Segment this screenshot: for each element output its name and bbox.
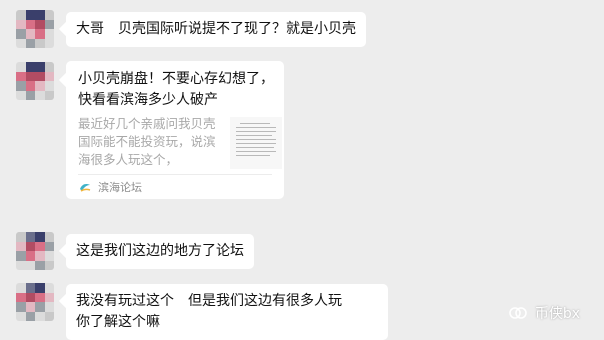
- avatar-pixel: [44, 260, 54, 270]
- watermark-text: 币侠bx: [534, 306, 580, 322]
- avatar-pixel: [44, 232, 54, 242]
- avatar-pixel: [25, 71, 35, 81]
- avatar-pixel: [16, 251, 26, 261]
- avatar-pixel: [44, 311, 54, 321]
- thumbnail-line: [236, 139, 276, 140]
- avatar-pixel: [44, 19, 54, 29]
- thumbnail-line: [236, 127, 276, 128]
- avatar-pixel: [16, 90, 26, 100]
- thumbnail-line: [240, 123, 270, 124]
- chat-message[interactable]: 我没有玩过这个 但是我们这边有很多人玩 你了解这个嘛: [66, 284, 388, 340]
- avatar-pixel: [44, 292, 54, 302]
- avatar[interactable]: [16, 283, 54, 321]
- avatar-pixel: [25, 241, 35, 251]
- avatar-pixel: [16, 81, 26, 91]
- thumbnail-line: [236, 131, 276, 132]
- avatar-pixel: [16, 29, 26, 39]
- avatar-pixel: [35, 283, 45, 293]
- avatar-pixel: [25, 292, 35, 302]
- avatar-pixel: [25, 232, 35, 242]
- link-card-thumbnail: [230, 117, 282, 169]
- avatar-pixel: [44, 241, 54, 251]
- avatar-pixel: [25, 260, 35, 270]
- binhai-forum-logo-icon: [80, 184, 91, 192]
- avatar-pixel: [25, 311, 35, 321]
- link-card-source: 滨海论坛: [78, 179, 142, 195]
- watermark: 币侠bx: [507, 302, 580, 324]
- avatar-pixel: [25, 283, 35, 293]
- avatar-pixel: [35, 71, 45, 81]
- message-text: 大哥 贝壳国际听说提不了现了？就是小贝壳: [76, 21, 356, 37]
- avatar-pixel: [16, 241, 26, 251]
- avatar-pixel: [35, 241, 45, 251]
- avatar-pixel: [25, 90, 35, 100]
- avatar[interactable]: [16, 62, 54, 100]
- avatar-pixel: [44, 283, 54, 293]
- avatar-pixel: [25, 19, 35, 29]
- avatar-pixel: [25, 302, 35, 312]
- avatar-pixel: [35, 10, 45, 20]
- avatar-pixel: [25, 38, 35, 48]
- avatar-pixel: [16, 260, 26, 270]
- avatar-pixel: [35, 38, 45, 48]
- avatar-pixel: [16, 38, 26, 48]
- avatar-pixel: [44, 90, 54, 100]
- avatar-pixel: [25, 62, 35, 72]
- avatar-pixel: [35, 260, 45, 270]
- link-card-description: 最近好几个亲戚问我贝壳国际能不能投资玩，说滨海很多人玩这个，: [78, 116, 216, 167]
- avatar-pixel: [16, 19, 26, 29]
- avatar-pixel: [35, 81, 45, 91]
- link-card-divider: [78, 174, 272, 175]
- avatar-pixel: [16, 62, 26, 72]
- message-text: 我没有玩过这个 但是我们这边有很多人玩 你了解这个嘛: [76, 293, 370, 330]
- avatar-pixel: [35, 62, 45, 72]
- thumbnail-line: [236, 155, 270, 156]
- avatar-pixel: [25, 29, 35, 39]
- avatar-pixel: [44, 62, 54, 72]
- message-text: 这是我们这边的地方了论坛: [76, 243, 244, 259]
- avatar-pixel: [25, 81, 35, 91]
- avatar-pixel: [35, 311, 45, 321]
- avatar[interactable]: [16, 232, 54, 270]
- avatar[interactable]: [16, 10, 54, 48]
- wechat-channel-icon: [509, 307, 527, 319]
- avatar-pixel: [16, 71, 26, 81]
- link-card-title: 小贝壳崩盘！不要心存幻想了，快看看滨海多少人破产: [78, 71, 274, 108]
- thumbnail-line: [236, 143, 276, 144]
- avatar-pixel: [25, 251, 35, 261]
- avatar-pixel: [44, 10, 54, 20]
- avatar-pixel: [16, 292, 26, 302]
- avatar-pixel: [16, 311, 26, 321]
- avatar-pixel: [44, 251, 54, 261]
- avatar-pixel: [35, 302, 45, 312]
- avatar-pixel: [25, 10, 35, 20]
- avatar-pixel: [44, 38, 54, 48]
- avatar-pixel: [35, 29, 45, 39]
- thumbnail-line: [236, 151, 276, 152]
- link-card[interactable]: 小贝壳崩盘！不要心存幻想了，快看看滨海多少人破产 最近好几个亲戚问我贝壳国际能不…: [66, 61, 284, 199]
- link-card-source-name: 滨海论坛: [98, 181, 142, 194]
- thumbnail-line: [236, 147, 274, 148]
- avatar-pixel: [44, 29, 54, 39]
- avatar-pixel: [16, 283, 26, 293]
- avatar-pixel: [35, 251, 45, 261]
- avatar-pixel: [16, 302, 26, 312]
- avatar-pixel: [35, 90, 45, 100]
- avatar-pixel: [35, 292, 45, 302]
- avatar-pixel: [44, 81, 54, 91]
- chat-message[interactable]: 大哥 贝壳国际听说提不了现了？就是小贝壳: [66, 12, 366, 47]
- avatar-pixel: [16, 10, 26, 20]
- chat-message[interactable]: 这是我们这边的地方了论坛: [66, 234, 254, 269]
- thumbnail-line: [236, 135, 272, 136]
- avatar-pixel: [44, 71, 54, 81]
- avatar-pixel: [44, 302, 54, 312]
- avatar-pixel: [35, 232, 45, 242]
- avatar-pixel: [16, 232, 26, 242]
- avatar-pixel: [35, 19, 45, 29]
